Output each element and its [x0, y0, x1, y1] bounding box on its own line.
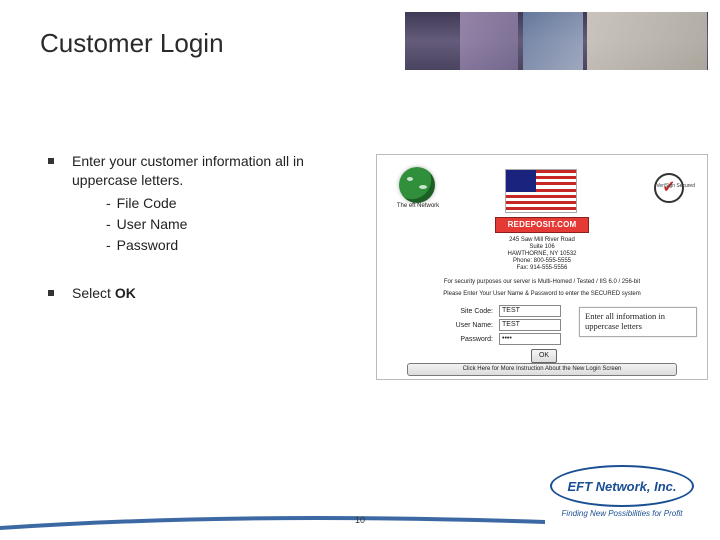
banner-segment: [523, 12, 583, 70]
bullet-text: Select: [72, 285, 111, 301]
password-input[interactable]: ••••: [499, 333, 561, 345]
logo-oval-icon: EFT Network, Inc.: [550, 465, 694, 507]
globe-label: The eft Network: [395, 203, 441, 209]
sub-item: -Password: [106, 236, 358, 255]
globe-icon: [399, 167, 435, 203]
banner-segment: [460, 12, 518, 70]
bullet-body: Enter your customer information all in u…: [72, 152, 358, 256]
addr-line: Suite 106: [377, 244, 707, 251]
addr-line: Phone: 800-555-5555: [377, 258, 707, 265]
more-instructions-button[interactable]: Click Here for More Instruction About th…: [407, 363, 677, 376]
instruction-block: Enter your customer information all in u…: [48, 152, 358, 331]
bullet-bold: OK: [115, 285, 136, 301]
addr-line: HAWTHORNE, NY 10532: [377, 251, 707, 258]
brand-bar: REDEPOSIT.COM: [495, 217, 589, 233]
sub-list: -File Code -User Name -Password: [106, 194, 358, 255]
enter-credentials-message: Please Enter Your User Name & Password t…: [377, 291, 707, 297]
list-item: Select OK: [48, 284, 358, 303]
password-row: Password: ••••: [433, 333, 583, 345]
square-bullet-icon: [48, 290, 54, 296]
page-title: Customer Login: [40, 28, 224, 59]
banner-segment: [587, 12, 707, 70]
address-block: 245 Saw Mill River Road Suite 106 HAWTHO…: [377, 237, 707, 271]
uppercase-callout: Enter all information in uppercase lette…: [579, 307, 697, 337]
verisign-label: VeriSign Secured: [656, 183, 695, 189]
site-code-label: Site Code:: [433, 308, 499, 315]
login-panel: Site Code: TEST User Name: TEST Password…: [433, 303, 583, 347]
addr-line: Fax: 914-555-5556: [377, 265, 707, 272]
shot-top-row: The eft Network ✓ VeriSign Secured: [377, 163, 707, 209]
list-item: Enter your customer information all in u…: [48, 152, 358, 256]
bullet-text: Enter your customer information all in u…: [72, 153, 304, 188]
square-bullet-icon: [48, 158, 54, 164]
verisign-seal-icon: ✓ VeriSign Secured: [645, 171, 693, 205]
us-flag-icon: [505, 169, 577, 213]
logo-tagline: Finding New Possibilities for Profit: [546, 509, 698, 518]
user-name-input[interactable]: TEST: [499, 319, 561, 331]
logo-text: EFT Network, Inc.: [567, 479, 676, 494]
site-code-input[interactable]: TEST: [499, 305, 561, 317]
sub-item: -User Name: [106, 215, 358, 234]
ok-button[interactable]: OK: [531, 349, 557, 363]
user-name-row: User Name: TEST: [433, 319, 583, 331]
site-code-row: Site Code: TEST: [433, 305, 583, 317]
sub-item: -File Code: [106, 194, 358, 213]
login-screenshot: The eft Network ✓ VeriSign Secured REDEP…: [376, 154, 708, 380]
header-banner-image: [405, 12, 708, 70]
security-message: For security purposes our server is Mult…: [377, 279, 707, 285]
password-label: Password:: [433, 336, 499, 343]
user-name-label: User Name:: [433, 322, 499, 329]
addr-line: 245 Saw Mill River Road: [377, 237, 707, 244]
company-logo: EFT Network, Inc. Finding New Possibilit…: [546, 465, 698, 518]
bullet-body: Select OK: [72, 284, 136, 303]
